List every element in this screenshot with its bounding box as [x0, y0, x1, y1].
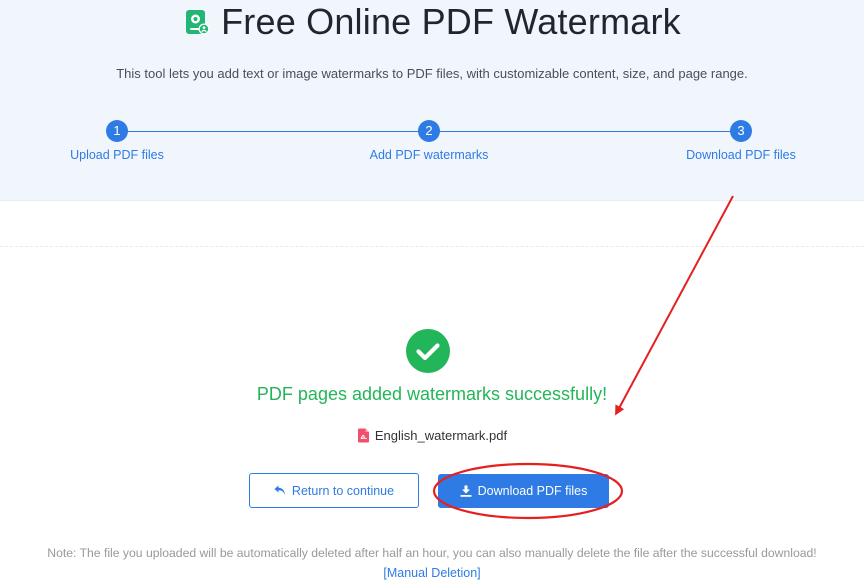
check-circle-icon [406, 329, 450, 373]
return-to-continue-button[interactable]: Return to continue [249, 473, 419, 508]
header-section: Free Online PDF Watermark This tool lets… [0, 0, 864, 201]
undo-arrow-icon [274, 485, 285, 495]
step-number: 3 [730, 120, 752, 142]
page-title: Free Online PDF Watermark [221, 1, 681, 42]
step-label: Download PDF files [686, 148, 796, 162]
step-add-watermarks: 2 Add PDF watermarks [349, 120, 509, 162]
progress-steps: 1 Upload PDF files 2 Add PDF watermarks … [0, 120, 864, 180]
download-pdf-files-button[interactable]: Download PDF files [438, 474, 609, 508]
step-number: 2 [418, 120, 440, 142]
step-number: 1 [106, 120, 128, 142]
step-label: Upload PDF files [70, 148, 164, 162]
result-file: English_watermark.pdf [0, 428, 864, 443]
watermark-document-icon [186, 10, 210, 35]
page-subtitle: This tool lets you add text or image wat… [116, 66, 748, 81]
file-name[interactable]: English_watermark.pdf [375, 428, 507, 443]
return-button-label: Return to continue [291, 483, 395, 498]
download-icon [460, 485, 472, 497]
step-label: Add PDF watermarks [369, 148, 489, 162]
title-row: Free Online PDF Watermark [0, 2, 864, 42]
annotation-arrow [615, 195, 734, 416]
download-button-label: Download PDF files [477, 484, 588, 498]
section-divider [0, 246, 864, 247]
step-download: 3 Download PDF files [661, 120, 821, 162]
manual-deletion-link[interactable]: [Manual Deletion] [0, 566, 864, 580]
step-upload: 1 Upload PDF files [37, 120, 197, 162]
success-message: PDF pages added watermarks successfully! [256, 384, 608, 404]
auto-delete-note: Note: The file you uploaded will be auto… [47, 546, 817, 560]
pdf-file-icon [357, 428, 369, 443]
